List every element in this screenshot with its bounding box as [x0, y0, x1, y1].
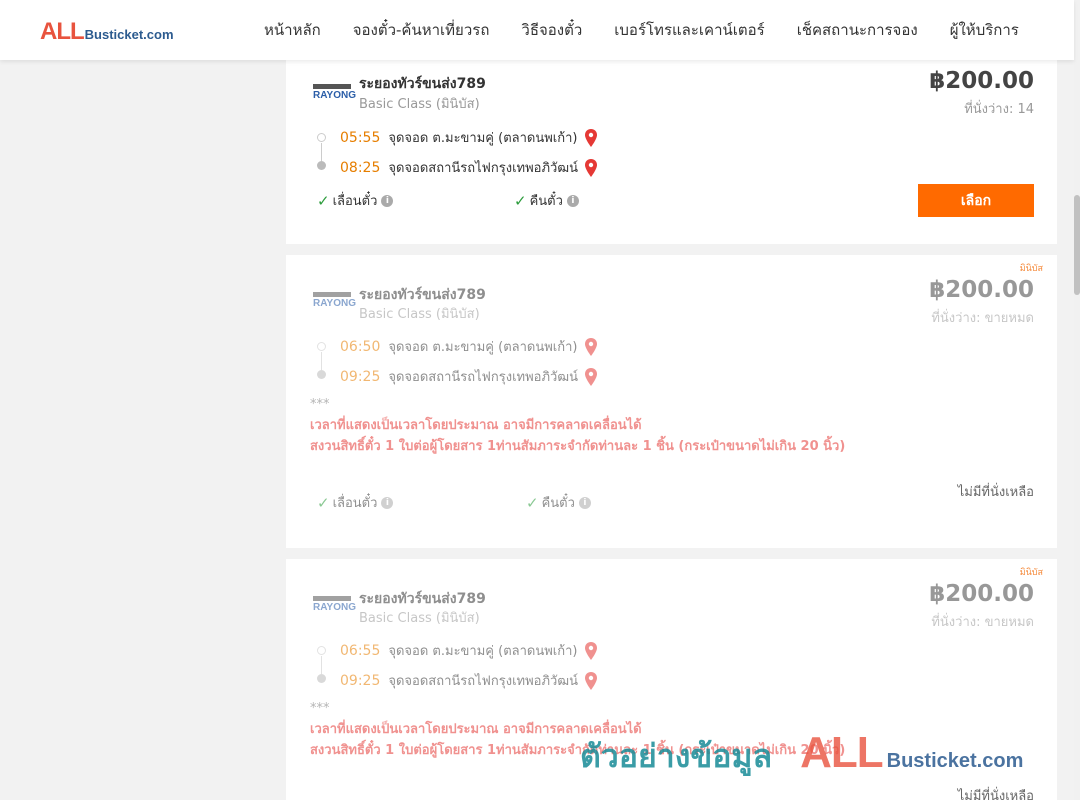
departure-dot: [317, 342, 326, 351]
logo-all: ALL: [40, 18, 85, 45]
note-luggage-policy: สงวนสิทธิ์ตั๋ว 1 ใบต่อผู้โดยสาร 1ท่านสัม…: [310, 743, 846, 758]
departure-time: 06:55: [340, 642, 381, 659]
trip-route: 05:55 จุดจอด ต.มะขามคู่ (ตลาดนพเก้า) 08:…: [316, 124, 716, 184]
operator-logo: RAYONG: [313, 292, 356, 312]
departure-stop: 06:55 จุดจอด ต.มะขามคู่ (ตลาดนพเก้า): [340, 640, 598, 661]
note-stars: ***: [310, 701, 330, 716]
departure-dot: [317, 646, 326, 655]
map-pin-icon[interactable]: [584, 671, 598, 690]
trip-route: 06:50 จุดจอด ต.มะขามคู่ (ตลาดนพเก้า) 09:…: [316, 333, 716, 393]
note-stars: ***: [310, 397, 330, 412]
check-icon: ✓: [317, 191, 330, 210]
arrival-time: 08:25: [340, 159, 381, 176]
scrollbar-thumb[interactable]: [1074, 195, 1080, 295]
check-icon: ✓: [514, 191, 527, 210]
arrival-stop: 09:25 จุดจอดสถานีรถไฟกรุงเทพอภิวัฒน์: [340, 670, 598, 691]
departure-place: จุดจอด ต.มะขามคู่ (ตลาดนพเก้า): [388, 644, 578, 659]
seats-available: ที่นั่งว่าง: 14: [964, 102, 1034, 117]
bus-class: Basic Class (มินิบัส): [359, 97, 480, 112]
arrival-place: จุดจอดสถานีรถไฟกรุงเทพอภิวัฒน์: [388, 161, 578, 176]
departure-dot: [317, 133, 326, 142]
feature-label: เลื่อนตั๋ว: [332, 194, 378, 209]
feature-change-ticket: ✓ เลื่อนตั๋ว i: [317, 190, 394, 211]
operator-logo: RAYONG: [313, 596, 356, 616]
info-icon[interactable]: i: [566, 194, 579, 207]
trip-card: RAYONG ระยองทัวร์ขนส่ง789 Basic Class (ม…: [286, 60, 1057, 244]
operator-logo: RAYONG: [313, 84, 356, 104]
seats-available: ที่นั่งว่าง: ขายหมด: [931, 615, 1034, 630]
map-pin-icon[interactable]: [584, 158, 598, 177]
arrival-time: 09:25: [340, 368, 381, 385]
map-pin-icon[interactable]: [584, 367, 598, 386]
nav-how-to-book[interactable]: วิธีจองตั๋ว: [505, 18, 598, 42]
bus-type-tag: มินิบัส: [1019, 568, 1043, 578]
departure-stop: 06:50 จุดจอด ต.มะขามคู่ (ตลาดนพเก้า): [340, 336, 598, 357]
info-icon[interactable]: i: [578, 496, 591, 509]
departure-place: จุดจอด ต.มะขามคู่ (ตลาดนพเก้า): [388, 131, 578, 146]
departure-time: 06:50: [340, 338, 381, 355]
info-icon[interactable]: i: [381, 496, 394, 509]
feature-change-ticket: ✓ เลื่อนตั๋ว i: [317, 492, 394, 513]
nav-book-search[interactable]: จองตั๋ว-ค้นหาเที่ยวรถ: [337, 18, 506, 42]
logo-busticket: Busticket.com: [84, 27, 174, 42]
select-trip-button[interactable]: เลือก: [918, 184, 1034, 217]
arrival-stop: 08:25 จุดจอดสถานีรถไฟกรุงเทพอภิวัฒน์: [340, 157, 598, 178]
feature-refund-ticket: ✓ คืนตั๋ว i: [526, 492, 591, 513]
arrival-dot: [317, 370, 326, 379]
trip-card: มินิบัส RAYONG ระยองทัวร์ขนส่ง789 Basic …: [286, 255, 1057, 548]
feature-label: คืนตั๋ว: [541, 496, 575, 511]
map-pin-icon[interactable]: [584, 641, 598, 660]
map-pin-icon[interactable]: [584, 337, 598, 356]
route-line: [321, 656, 322, 674]
departure-stop: 05:55 จุดจอด ต.มะขามคู่ (ตลาดนพเก้า): [340, 127, 598, 148]
note-luggage-policy: สงวนสิทธิ์ตั๋ว 1 ใบต่อผู้โดยสาร 1ท่านสัม…: [310, 439, 846, 454]
nav-contact-counter[interactable]: เบอร์โทรและเคาน์เตอร์: [598, 18, 780, 42]
nav-check-booking[interactable]: เช็คสถานะการจอง: [781, 18, 934, 42]
note-time-disclaimer: เวลาที่แสดงเป็นเวลาโดยประมาณ อาจมีการคลา…: [310, 418, 642, 433]
page-scrollbar[interactable]: [1074, 0, 1080, 800]
info-icon[interactable]: i: [381, 194, 394, 207]
operator-name: ระยองทัวร์ขนส่ง789: [359, 76, 486, 92]
arrival-time: 09:25: [340, 672, 381, 689]
arrival-place: จุดจอดสถานีรถไฟกรุงเทพอภิวัฒน์: [388, 674, 578, 689]
arrival-dot: [317, 161, 326, 170]
bus-type-tag: มินิบัส: [1019, 264, 1043, 274]
trip-price: ฿200.00: [929, 581, 1034, 607]
nav-operators[interactable]: ผู้ให้บริการ: [934, 18, 1035, 42]
note-time-disclaimer: เวลาที่แสดงเป็นเวลาโดยประมาณ อาจมีการคลา…: [310, 722, 642, 737]
seats-available: ที่นั่งว่าง: ขายหมด: [931, 311, 1034, 326]
arrival-place: จุดจอดสถานีรถไฟกรุงเทพอภิวัฒน์: [388, 370, 578, 385]
trip-card: มินิบัส RAYONG ระยองทัวร์ขนส่ง789 Basic …: [286, 559, 1057, 800]
main-nav: หน้าหลัก จองตั๋ว-ค้นหาเที่ยวรถ วิธีจองตั…: [248, 0, 1035, 60]
check-icon: ✓: [526, 493, 539, 512]
no-seats-status: ไม่มีที่นั่งเหลือ: [957, 485, 1034, 500]
trip-price: ฿200.00: [929, 277, 1034, 303]
site-header: ALL Busticket.com หน้าหลัก จองตั๋ว-ค้นหา…: [0, 0, 1074, 60]
map-pin-icon[interactable]: [584, 128, 598, 147]
trip-price: ฿200.00: [929, 68, 1034, 94]
feature-refund-ticket: ✓ คืนตั๋ว i: [514, 190, 579, 211]
trip-note: *** เวลาที่แสดงเป็นเวลาโดยประมาณ อาจมีกา…: [310, 698, 845, 761]
bus-class: Basic Class (มินิบัส): [359, 611, 480, 626]
departure-time: 05:55: [340, 129, 381, 146]
trip-route: 06:55 จุดจอด ต.มะขามคู่ (ตลาดนพเก้า) 09:…: [316, 637, 716, 697]
arrival-dot: [317, 674, 326, 683]
nav-home[interactable]: หน้าหลัก: [248, 18, 337, 42]
check-icon: ✓: [317, 493, 330, 512]
departure-place: จุดจอด ต.มะขามคู่ (ตลาดนพเก้า): [388, 340, 578, 355]
no-seats-status: ไม่มีที่นั่งเหลือ: [957, 789, 1034, 800]
site-logo[interactable]: ALL Busticket.com: [40, 18, 174, 46]
trip-note: *** เวลาที่แสดงเป็นเวลาโดยประมาณ อาจมีกา…: [310, 394, 845, 457]
route-line: [321, 143, 322, 161]
feature-label: คืนตั๋ว: [529, 194, 563, 209]
route-line: [321, 352, 322, 370]
bus-class: Basic Class (มินิบัส): [359, 307, 480, 322]
arrival-stop: 09:25 จุดจอดสถานีรถไฟกรุงเทพอภิวัฒน์: [340, 366, 598, 387]
feature-label: เลื่อนตั๋ว: [332, 496, 378, 511]
